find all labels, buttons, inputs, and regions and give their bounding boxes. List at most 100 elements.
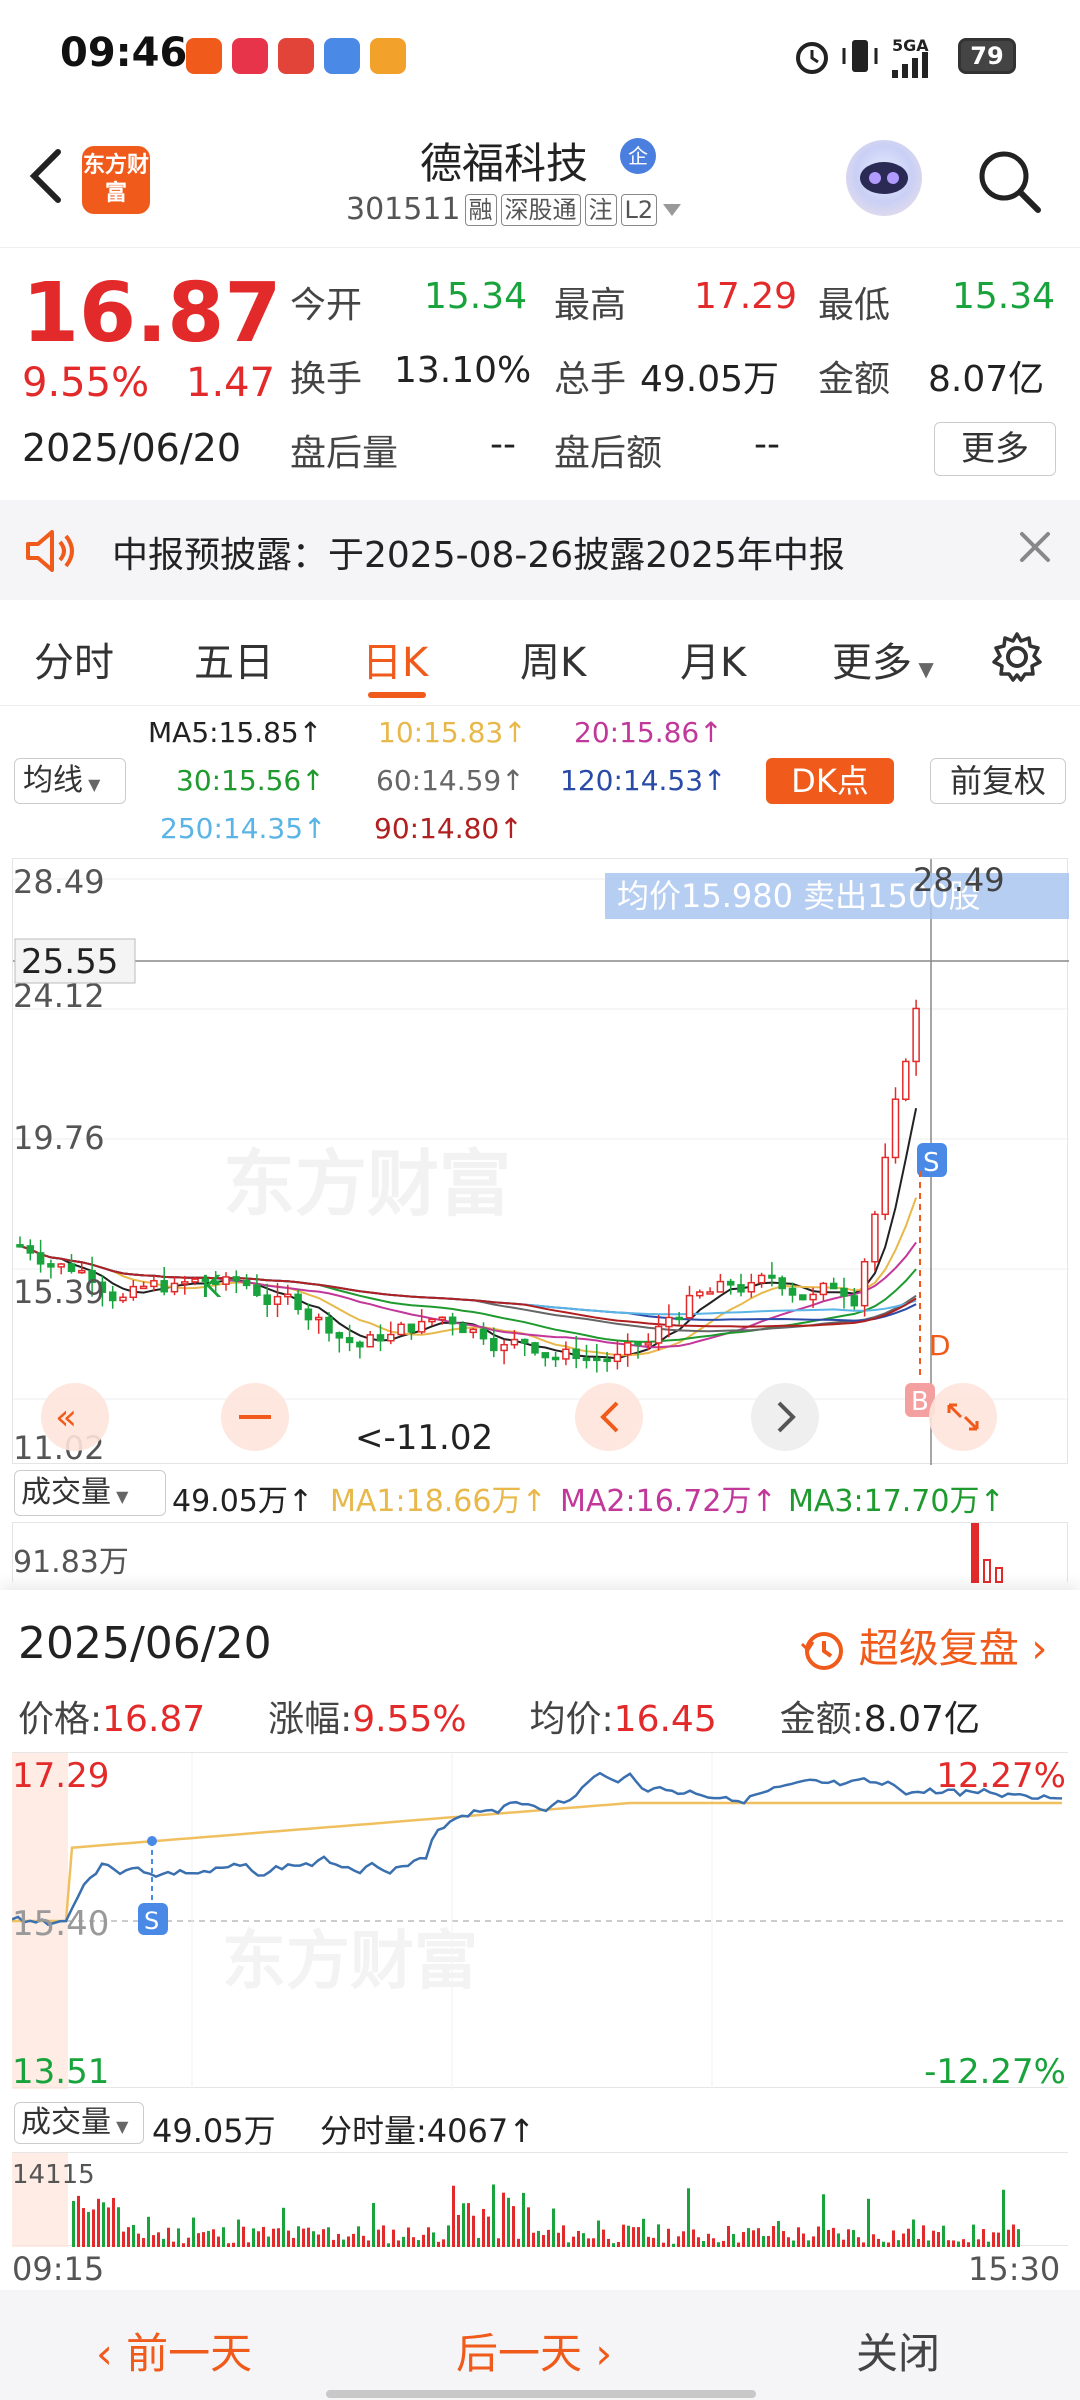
intraday-chart[interactable]: 东方财富 17.29 15.40 13.51 12.27% -12.27% S (11, 1752, 1068, 2092)
intraday-volume-bar (392, 2229, 395, 2247)
intraday-volume-bar (1002, 2189, 1005, 2247)
max-price-label: 28.49 (913, 861, 1005, 899)
intraday-volume-bar (122, 2231, 125, 2247)
watermark: 东方财富 (222, 1925, 478, 1999)
intraday-high: 17.29 (12, 1756, 109, 1796)
fullscreen-button[interactable] (929, 1383, 997, 1451)
ma250-value: 250:14.35↑ (160, 812, 327, 845)
candle-body (716, 1280, 725, 1293)
low-label: 最低 (818, 285, 891, 326)
ma120-value: 120:14.53↑ (560, 764, 727, 797)
tab-five-day[interactable]: 五日 (194, 630, 274, 688)
intraday-volume-bar (602, 2229, 605, 2247)
candle-body (551, 1356, 560, 1361)
intraday-volume-bar (127, 2227, 130, 2247)
prev-day-button[interactable]: ‹ 前一天 (96, 2320, 252, 2381)
candle-body (459, 1322, 467, 1334)
speaker-icon (26, 530, 74, 572)
intraday-volume-bar (647, 2236, 650, 2247)
ma-select-dropdown[interactable]: 均线 ▼ (14, 758, 126, 804)
panel-price: 16.87 (102, 1699, 206, 1740)
candle-body (366, 1334, 374, 1348)
super-replay-button[interactable]: 超级复盘 › (800, 1616, 1047, 1674)
intraday-volume-bar (362, 2235, 365, 2247)
d-marker: D (929, 1329, 951, 1362)
y-label-top: 28.49 (13, 863, 105, 901)
kline-chart[interactable]: 东方财富 28.49 24.12 19.76 15.39 11.02 25.55… (12, 858, 1069, 1467)
candle-body (345, 1337, 354, 1344)
notice-bar[interactable]: 中报预披露：于2025-08-26披露2025年中报 (0, 500, 1080, 600)
panel-price-label: 价格: (18, 1699, 103, 1740)
intraday-volume-bar (737, 2242, 740, 2247)
volume-indicator-select[interactable]: 成交量 ▼ (14, 1470, 166, 1516)
candle-body (181, 1281, 189, 1285)
dk-point-button[interactable]: DK点 (766, 758, 894, 804)
candle-body (737, 1284, 745, 1293)
more-quote-button[interactable]: 更多 (934, 422, 1056, 476)
intraday-volume-bar (652, 2237, 655, 2247)
candle-body (840, 1287, 848, 1297)
candle-body (634, 1342, 642, 1346)
intraday-volume-select[interactable]: 成交量 ▼ (14, 2102, 144, 2144)
intraday-volume-bar (957, 2241, 960, 2247)
tab-intraday[interactable]: 分时 (34, 630, 114, 688)
intraday-volume-bar (472, 2215, 475, 2247)
volume-select-label: 成交量 (21, 1475, 111, 1510)
search-icon[interactable] (974, 146, 1044, 216)
active-tab-indicator (368, 692, 426, 698)
candle-body (490, 1337, 498, 1352)
intraday-volume-bar (202, 2232, 205, 2247)
intraday-volume-bar (627, 2225, 630, 2247)
close-icon[interactable] (1014, 526, 1056, 568)
intraday-volume-bar (447, 2225, 450, 2247)
dk-point-label: DK点 (791, 762, 869, 800)
tab-weekly-k[interactable]: 周K (520, 630, 586, 688)
back-arrow-icon[interactable] (26, 146, 66, 206)
intraday-volume-bar (437, 2241, 440, 2247)
scroll-right-button[interactable] (751, 1383, 819, 1451)
panel-pct-label: 涨幅: (268, 1699, 353, 1740)
close-button[interactable]: 关闭 (856, 2320, 940, 2381)
intraday-volume-total: 49.05万 (152, 2112, 276, 2150)
volume-legend: 成交量 ▼ 49.05万↑ MA1:18.66万↑ MA2:16.72万↑ MA… (0, 1466, 1080, 1522)
intraday-volume-bar (187, 2237, 190, 2247)
intraday-volume-bar (572, 2236, 575, 2247)
candle-body (356, 1341, 364, 1348)
scroll-far-left-button[interactable]: « (41, 1383, 109, 1451)
assistant-robot-icon[interactable] (846, 140, 922, 216)
forward-adjust-button[interactable]: 前复权 (930, 758, 1066, 804)
tab-more[interactable]: 更多 ▼ (832, 630, 934, 688)
time-end: 15:30 (968, 2250, 1061, 2288)
tag-connect: 深股通 (500, 193, 581, 226)
app-logo[interactable]: 东方财富 (82, 146, 150, 214)
intraday-volume-bar (1007, 2229, 1010, 2247)
candle-body (428, 1318, 436, 1323)
intraday-volume-bar (712, 2238, 715, 2247)
candle-body (67, 1263, 76, 1272)
intraday-volume-bar (967, 2242, 970, 2247)
last-price: 16.87 (22, 266, 282, 361)
intraday-volume-bar (842, 2239, 845, 2247)
svg-text:«: « (55, 1397, 77, 1438)
intraday-volume-bar (577, 2230, 580, 2247)
intraday-mid: 15.40 (12, 1904, 109, 1944)
stock-name: 德福科技 (420, 139, 589, 188)
intraday-volume-bar (377, 2229, 380, 2247)
tab-daily-k[interactable]: 日K (362, 630, 428, 688)
intraday-volume-bar (197, 2233, 200, 2247)
candle-body (572, 1348, 580, 1360)
zoom-out-button[interactable] (221, 1383, 289, 1451)
intraday-volume-bar (762, 2236, 765, 2247)
tab-monthly-k[interactable]: 月K (680, 630, 746, 688)
intraday-volume-bar (782, 2231, 785, 2247)
intraday-volume-bar (812, 2236, 815, 2247)
ma10-value: 10:15.83↑ (378, 716, 527, 749)
intraday-volume-bar (982, 2229, 985, 2247)
next-day-button[interactable]: 后一天 › (456, 2320, 612, 2381)
caret-down-icon[interactable] (661, 202, 683, 218)
settings-gear-icon[interactable] (990, 630, 1044, 684)
intraday-volume-bar (407, 2227, 410, 2247)
intraday-volume-bar (167, 2227, 170, 2247)
candle-body (407, 1323, 416, 1333)
scroll-left-button[interactable] (575, 1383, 643, 1451)
